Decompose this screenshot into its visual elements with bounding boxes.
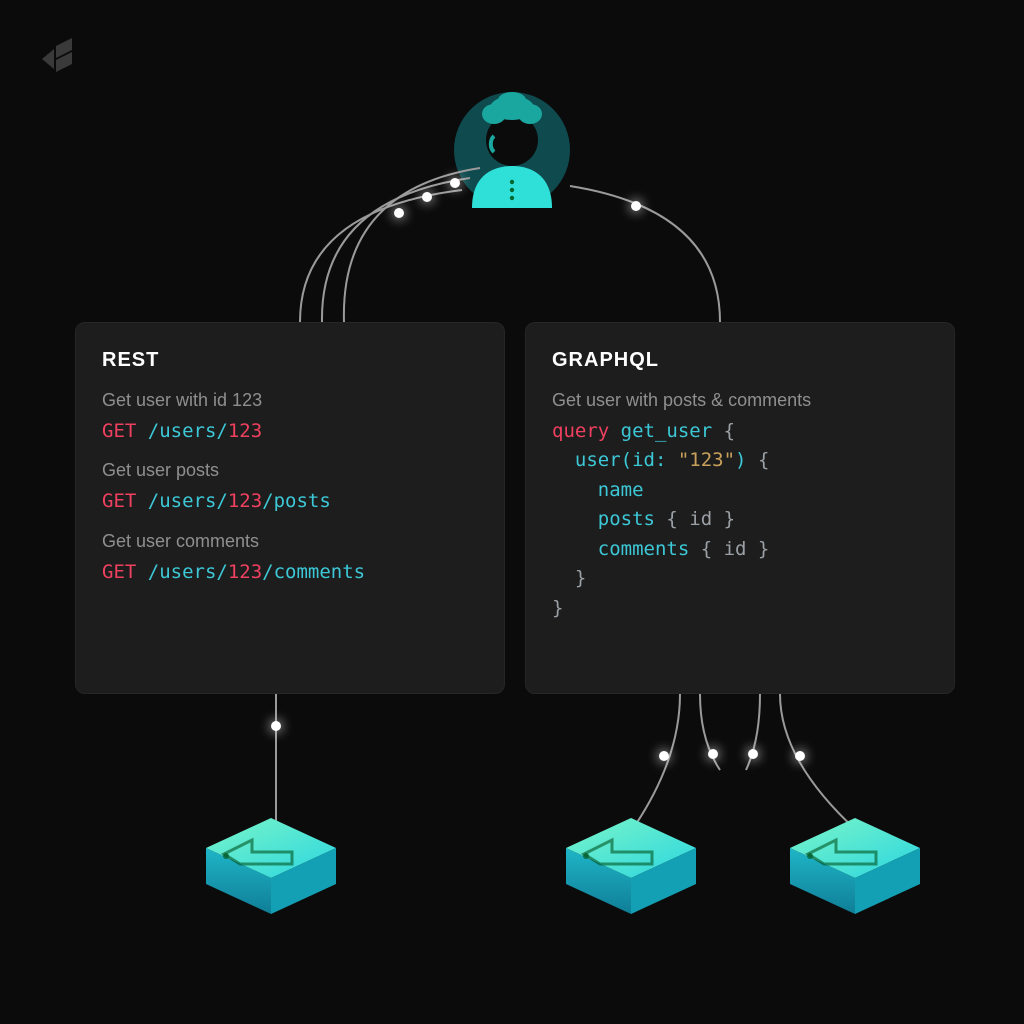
diagram-root: { "rest": { "title": "REST", "items": [ … [0,0,1024,1024]
server-cube-icon [556,810,706,930]
server-cube-icon [780,810,930,930]
server-cube-icon [196,810,346,930]
